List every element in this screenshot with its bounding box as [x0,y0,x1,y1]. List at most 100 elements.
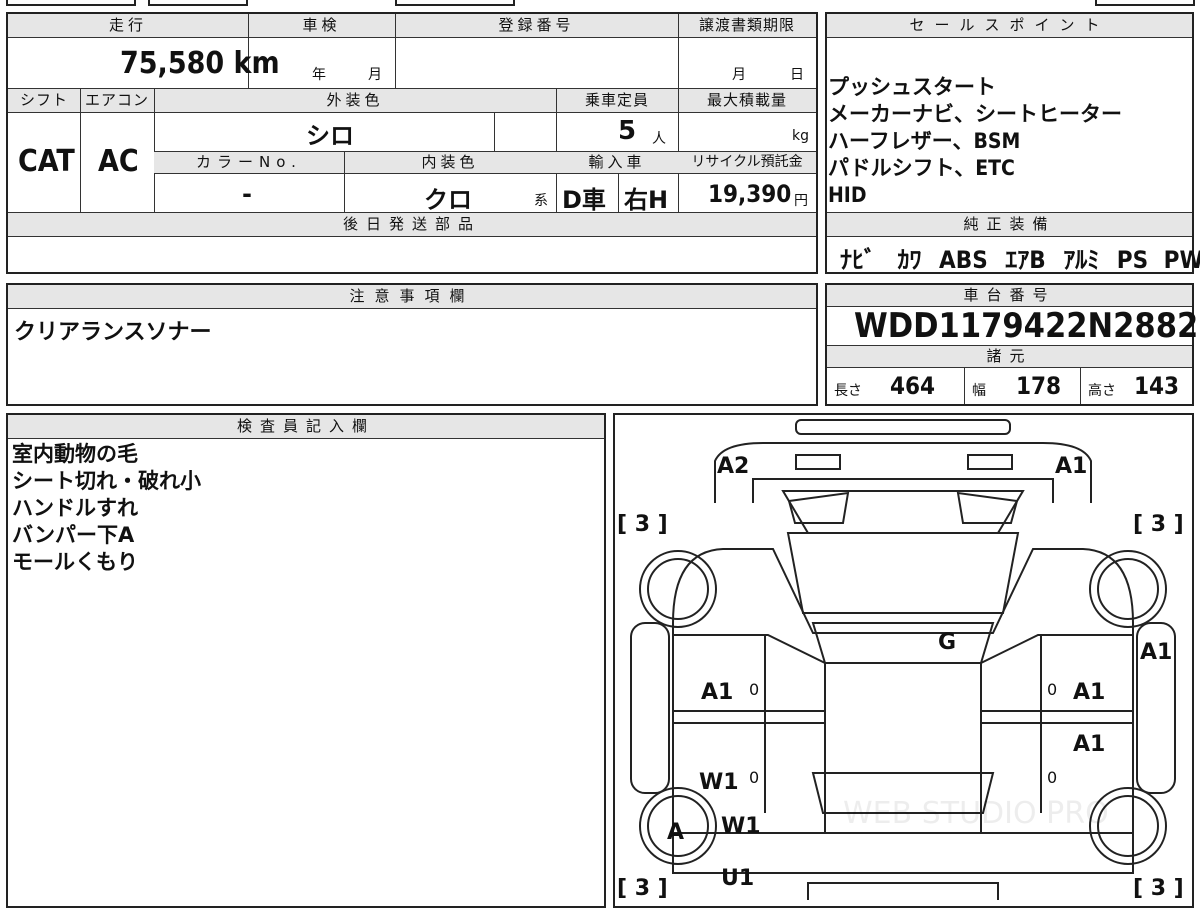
ac-header: エアコン [80,89,154,113]
capacity-header: 乗車定員 [556,89,678,113]
color-no-value: - [242,180,252,208]
wheel-front-left-inner [647,558,709,620]
ac-value: AC [98,144,139,179]
top-strip-cell [1095,0,1195,6]
sales-points-list: プッシュスタート メーカーナビ、シートヒーター ハーフレザー、BSM パドルシフ… [828,74,1122,209]
top-strip-cell [148,0,248,6]
divider [1080,368,1081,404]
recycle-header: リサイクル預託金 [678,152,816,174]
chassis-number: WDD1179422N288273 [854,306,1200,346]
mark-front-right-corner: A1 [1055,454,1087,479]
mark-left-front-door: A1 [701,680,733,705]
notes-header: 注意事項欄 [8,285,816,309]
watermark: WEB STUDIO PRO [843,796,1109,831]
inspector-note: シート切れ・破れ小 [12,469,201,493]
windshield [786,532,1020,614]
divider [678,14,679,88]
equipment-list: ﾅﾋﾞ ｶﾜ ABS ｴｱB ｱﾙﾐ PS PW [840,240,1200,275]
recycle-unit: 円 [794,193,808,209]
left-headlight [795,454,841,470]
mark-tire-rear-left: [ 3 ] [617,876,668,900]
wheel-front-right [1089,550,1167,628]
notes-text: クリアランスソナー [14,320,212,345]
sales-points-header: セールスポイント [827,14,1192,38]
sales-point-item: パドルシフト、ETC [828,156,1015,180]
length-label: 長さ [834,383,862,399]
mark-left-quarter: W1 [721,814,761,839]
front-bumper [795,419,1011,435]
rear-bumper [807,882,999,900]
equipment-item: ｶﾜ [897,246,922,274]
inspector-note: ハンドルすれ [12,496,138,520]
interior-color-header: 内装色 [344,152,556,174]
transfer-month-unit: 月 [732,67,746,83]
mark-windshield: G [938,630,956,655]
mark-front-left-corner: A2 [717,454,749,479]
divider [80,89,81,212]
equipment-item: ｴｱB [1005,246,1046,274]
right-headlamp-detail [956,491,1019,524]
transfer-deadline-header: 譲渡書類期限 [678,14,816,38]
dimensions-header: 諸元 [827,346,1192,368]
divider [618,174,619,212]
later-parts-header: 後日発送部品 [8,213,816,237]
import-header: 輸入車 [556,152,678,174]
width-value: 178 [1016,372,1062,400]
transfer-day-unit: 日 [790,67,804,83]
divider [395,14,396,88]
mark-zero: 0 [1047,768,1057,787]
mark-left-rocker: U1 [721,866,754,891]
mileage-value: 75,580 km [120,46,280,81]
inspector-header: 検査員記入欄 [8,415,604,439]
mark-rear-left-wheel: A [667,820,684,845]
max-load-header: 最大積載量 [678,89,816,113]
exterior-color-value: シロ [306,122,354,150]
top-strip-cell [6,0,136,6]
sales-point-item: メーカーナビ、シートヒーター [828,102,1122,126]
height-label: 高さ [1088,383,1116,399]
mark-left-rear-door: W1 [699,770,739,795]
left-headlamp-detail [787,491,850,524]
mark-tire-front-left: [ 3 ] [617,512,668,537]
front-clip [714,442,1092,503]
sales-point-item: プッシュスタート [828,75,996,99]
mark-zero: 0 [749,768,759,787]
inspector-notes-list: 室内動物の毛 シート切れ・破れ小 ハンドルすれ バンパー下A モールくもり [12,441,201,576]
recycle-value: 19,390 [708,180,792,208]
divider [964,368,965,404]
capacity-value: 5 [618,116,637,146]
mark-right-fender: A1 [1140,640,1172,665]
interior-color-value: クロ [424,186,472,214]
chassis-header: 車台番号 [827,285,1192,307]
car-diagram: A2 A1 [ 3 ] [ 3 ] [ 3 ] [ 3 ] G A1 A1 A1… [617,419,1184,900]
sales-point-item: ハーフレザー、BSM [828,129,1021,153]
length-value: 464 [890,372,936,400]
wheel-front-left [639,550,717,628]
shift-value: CAT [18,144,75,179]
inspection-year-unit: 年 [312,67,326,83]
mark-right-rear-door: A1 [1073,732,1105,757]
right-headlight [967,454,1013,470]
divider [344,152,345,212]
roof-front-edge [811,622,995,664]
equipment-item: ABS [939,246,988,274]
registration-header: 登録番号 [395,14,678,38]
mileage-header: 走行 [8,14,248,38]
inspector-note: モールくもり [12,550,138,574]
interior-suffix: 系 [534,193,548,209]
mark-zero: 0 [749,680,759,699]
capacity-unit: 人 [652,131,666,147]
steering-value: 右H [624,186,669,214]
sales-point-item: HID [828,183,867,207]
rear-bumper-edges [807,883,999,900]
top-strip-cell [395,0,515,6]
equipment-item: ｱﾙﾐ [1063,246,1100,274]
equipment-item: PS [1116,246,1149,274]
left-side-sill [630,622,670,794]
inspection-header: 車検 [248,14,395,38]
exterior-color-header: 外装色 [154,89,556,113]
divider [494,113,495,151]
mark-tire-front-right: [ 3 ] [1133,512,1184,537]
mark-zero: 0 [1047,680,1057,699]
inspection-month-unit: 月 [368,67,382,83]
